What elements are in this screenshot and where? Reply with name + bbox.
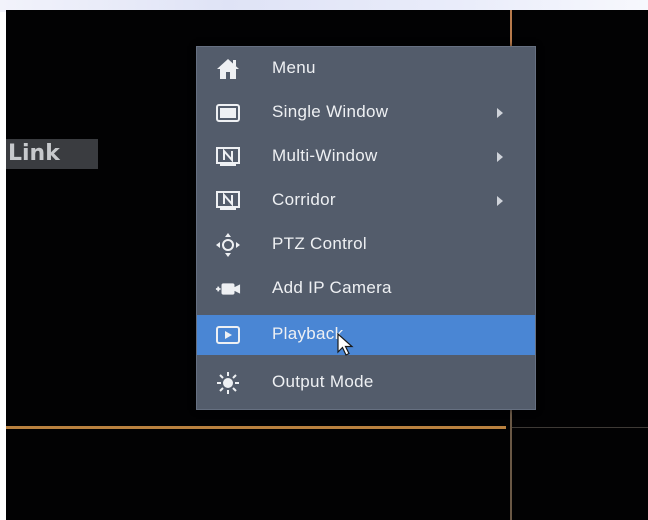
context-menu: Menu Single Window Multi-Window Corridor… bbox=[196, 46, 536, 410]
corridor-icon bbox=[215, 188, 241, 214]
ptz-icon bbox=[215, 232, 241, 258]
pane-divider-horizontal-right bbox=[512, 427, 648, 428]
multi-window-icon bbox=[215, 144, 241, 170]
single-window-icon bbox=[215, 100, 241, 126]
menu-item-menu[interactable]: Menu bbox=[197, 49, 535, 89]
pane-divider-horizontal bbox=[6, 426, 506, 429]
pane-divider-vertical-top bbox=[510, 10, 512, 50]
menu-item-label: Add IP Camera bbox=[272, 278, 392, 297]
menu-item-label: Playback bbox=[272, 324, 344, 343]
menu-item-label: PTZ Control bbox=[272, 234, 367, 253]
menu-item-playback[interactable]: Playback bbox=[197, 315, 535, 356]
menu-item-multi-window[interactable]: Multi-Window bbox=[197, 137, 535, 177]
menu-item-label: Single Window bbox=[272, 102, 389, 121]
menu-item-label: Corridor bbox=[272, 190, 336, 209]
output-mode-icon bbox=[215, 370, 241, 396]
menu-item-output-mode[interactable]: Output Mode bbox=[197, 363, 535, 403]
menu-item-label: Multi-Window bbox=[272, 146, 378, 165]
menu-item-add-ip-camera[interactable]: Add IP Camera bbox=[197, 269, 535, 309]
menu-item-ptz-control[interactable]: PTZ Control bbox=[197, 225, 535, 265]
mouse-cursor-icon bbox=[337, 332, 355, 362]
home-icon bbox=[215, 56, 241, 82]
submenu-arrow-icon bbox=[497, 152, 503, 162]
playback-icon bbox=[215, 322, 241, 348]
submenu-arrow-icon bbox=[497, 108, 503, 118]
menu-item-corridor[interactable]: Corridor bbox=[197, 181, 535, 221]
link-watermark-label: Link bbox=[6, 139, 98, 169]
menu-item-label: Menu bbox=[272, 58, 316, 77]
video-screen[interactable]: Link Menu Single Window Multi-Window Cor… bbox=[6, 10, 648, 520]
submenu-arrow-icon bbox=[497, 196, 503, 206]
menu-item-label: Output Mode bbox=[272, 372, 374, 391]
menu-item-single-window[interactable]: Single Window bbox=[197, 93, 535, 133]
add-camera-icon bbox=[215, 276, 241, 302]
